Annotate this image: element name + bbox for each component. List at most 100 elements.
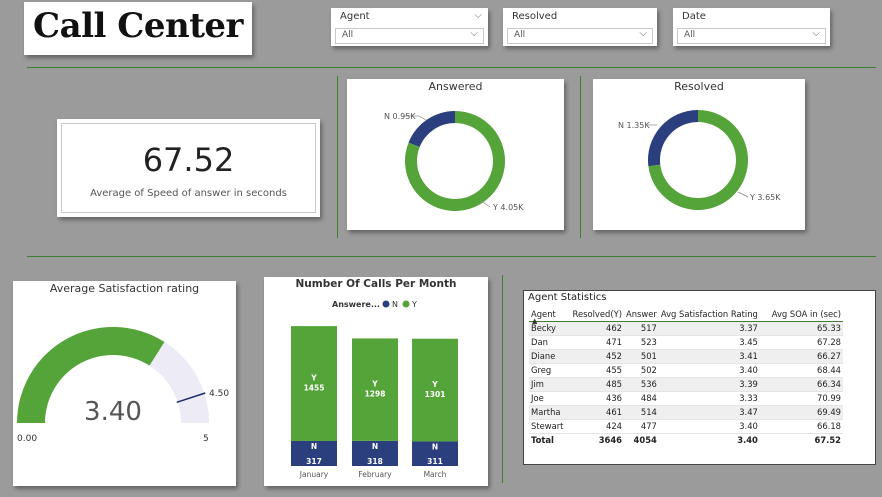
total-cell: 67.52 <box>759 432 843 447</box>
chevron-down-icon[interactable]: ⌵ <box>474 10 482 21</box>
table-cell: Dan <box>529 335 566 350</box>
chevron-down-icon[interactable]: ⌵ <box>639 28 647 39</box>
page-title: Call Center <box>33 6 243 46</box>
table-cell: 70.99 <box>759 391 843 406</box>
table-cell: 3.33 <box>658 391 760 406</box>
gauge-max-label: 5 <box>203 434 209 444</box>
table-row[interactable]: Dan 471 523 3.45 67.28 <box>529 335 843 350</box>
table-cell: 477 <box>624 419 659 434</box>
table-cell: 67.28 <box>759 335 843 350</box>
column-header-soa[interactable]: Avg SOA in (sec) <box>759 307 843 322</box>
resolved-slicer[interactable]: Resolved All ⌵ <box>503 8 657 46</box>
column-header-resolved[interactable]: Resolved(Y) <box>565 307 624 322</box>
data-label-series: N <box>311 442 317 451</box>
table-cell: 424 <box>565 419 624 434</box>
kpi-card: 67.52 Average of Speed of answer in seco… <box>57 119 320 217</box>
column-header-answer[interactable]: Answer <box>624 307 659 322</box>
resolved-card: Resolved N 1.35K Y 3.65K <box>593 79 805 230</box>
table-cell: 517 <box>624 321 659 336</box>
dropdown-value: All <box>684 30 696 40</box>
table-row[interactable]: Stewart 424 477 3.40 66.18 <box>529 419 843 434</box>
answered-card: Answered N 0.95K Y 4.05K <box>347 79 564 230</box>
table-cell: 69.49 <box>759 405 843 420</box>
table-cell: 501 <box>624 349 659 364</box>
kpi-value: 67.52 <box>142 141 235 179</box>
gauge-target-label: 4.50 <box>209 389 229 399</box>
table-row[interactable]: Jim 485 536 3.39 66.34 <box>529 377 843 392</box>
table-cell: 3.37 <box>658 321 760 336</box>
table-cell: Stewart <box>529 419 566 434</box>
gauge-card: Average Satisfaction rating 3.40 0.00 5 … <box>13 281 236 486</box>
gauge-min-label: 0.00 <box>17 434 37 444</box>
slicer-label: Date <box>682 11 706 22</box>
agent-slicer[interactable]: Agent ⌵ All ⌵ <box>331 8 488 46</box>
legend-marker-n <box>382 300 390 308</box>
total-cell: 3.40 <box>658 432 760 447</box>
agent-dropdown[interactable]: All ⌵ <box>335 28 484 44</box>
data-label-series: Y <box>310 374 317 383</box>
data-label-series: Y <box>431 380 438 389</box>
gauge-chart: 3.40 0.00 5 4.50 <box>17 327 229 444</box>
x-tick-label: March <box>424 470 447 479</box>
table-row[interactable]: Greg 455 502 3.40 68.44 <box>529 363 843 378</box>
table-cell: Martha <box>529 405 566 420</box>
table-cell: 65.33 <box>759 321 843 336</box>
chevron-down-icon[interactable]: ⌵ <box>470 28 478 39</box>
table-row[interactable]: Diane 452 501 3.41 66.27 <box>529 349 843 364</box>
table-cell: 536 <box>624 377 659 392</box>
table-cell: 3.40 <box>658 363 760 378</box>
divider <box>27 67 876 68</box>
data-label-series: N <box>432 442 438 451</box>
table-cell: 502 <box>624 363 659 378</box>
divider <box>580 76 581 238</box>
divider <box>27 256 876 257</box>
kpi-frame: 67.52 Average of Speed of answer in seco… <box>61 123 316 213</box>
calls-chart-card: Number Of Calls Per Month Answere... N Y… <box>264 277 488 486</box>
agent-stats-table: Agent Resolved(Y) Answer Avg Satisfactio… <box>529 307 843 447</box>
table-cell: 3.45 <box>658 335 760 350</box>
dropdown-value: All <box>342 30 354 40</box>
table-cell: Jim <box>529 377 566 392</box>
answered-donut: N 0.95K Y 4.05K <box>384 111 524 212</box>
table-cell: 66.27 <box>759 349 843 364</box>
table-cell: 471 <box>565 335 624 350</box>
date-slicer[interactable]: Date All ⌵ <box>673 8 830 46</box>
table-cell: 3.40 <box>658 419 760 434</box>
table-cell: 514 <box>624 405 659 420</box>
slicer-label: Resolved <box>512 11 558 22</box>
x-tick-label: February <box>358 470 392 479</box>
leader-line <box>418 115 427 121</box>
total-cell: 4054 <box>624 432 659 447</box>
resolved-dropdown[interactable]: All ⌵ <box>507 28 653 44</box>
table-cell: 3.47 <box>658 405 760 420</box>
table-cell: 3.39 <box>658 377 760 392</box>
data-label-value: 1455 <box>304 384 325 393</box>
column-header-satisfaction[interactable]: Avg Satisfaction Rating <box>658 307 760 322</box>
data-label-value: 1301 <box>425 390 446 399</box>
data-label-series: N <box>372 442 378 451</box>
kpi-caption: Average of Speed of answer in seconds <box>90 188 287 199</box>
gauge-value: 3.40 <box>84 397 142 427</box>
chevron-down-icon[interactable]: ⌵ <box>812 28 820 39</box>
table-total-row: Total 3646 4054 3.40 67.52 <box>529 432 843 447</box>
table-cell: 523 <box>624 335 659 350</box>
leader-line <box>737 191 749 198</box>
divider <box>337 76 338 238</box>
data-label-value: 311 <box>427 457 443 466</box>
table-row[interactable]: Joe 436 484 3.33 70.99 <box>529 391 843 406</box>
table-row[interactable]: Martha 461 514 3.47 69.49 <box>529 405 843 420</box>
table-cell: 455 <box>565 363 624 378</box>
data-label-series: Y <box>371 380 378 389</box>
total-cell: Total <box>529 432 566 447</box>
slicer-label: Agent <box>340 11 370 22</box>
slice-label-n: N 1.35K <box>618 121 650 130</box>
legend-marker-y <box>402 300 410 308</box>
donut-slice-n[interactable] <box>648 110 698 167</box>
date-dropdown[interactable]: All ⌵ <box>677 28 826 44</box>
sort-arrow-icon[interactable]: ▲ <box>532 317 537 325</box>
table-cell: 485 <box>565 377 624 392</box>
table-cell: 461 <box>565 405 624 420</box>
table-row[interactable]: Becky 462 517 3.37 65.33 <box>529 321 843 336</box>
agent-stats-card: Agent Statistics Agent Resolved(Y) Answe… <box>523 290 876 465</box>
data-label-value: 318 <box>367 457 383 466</box>
